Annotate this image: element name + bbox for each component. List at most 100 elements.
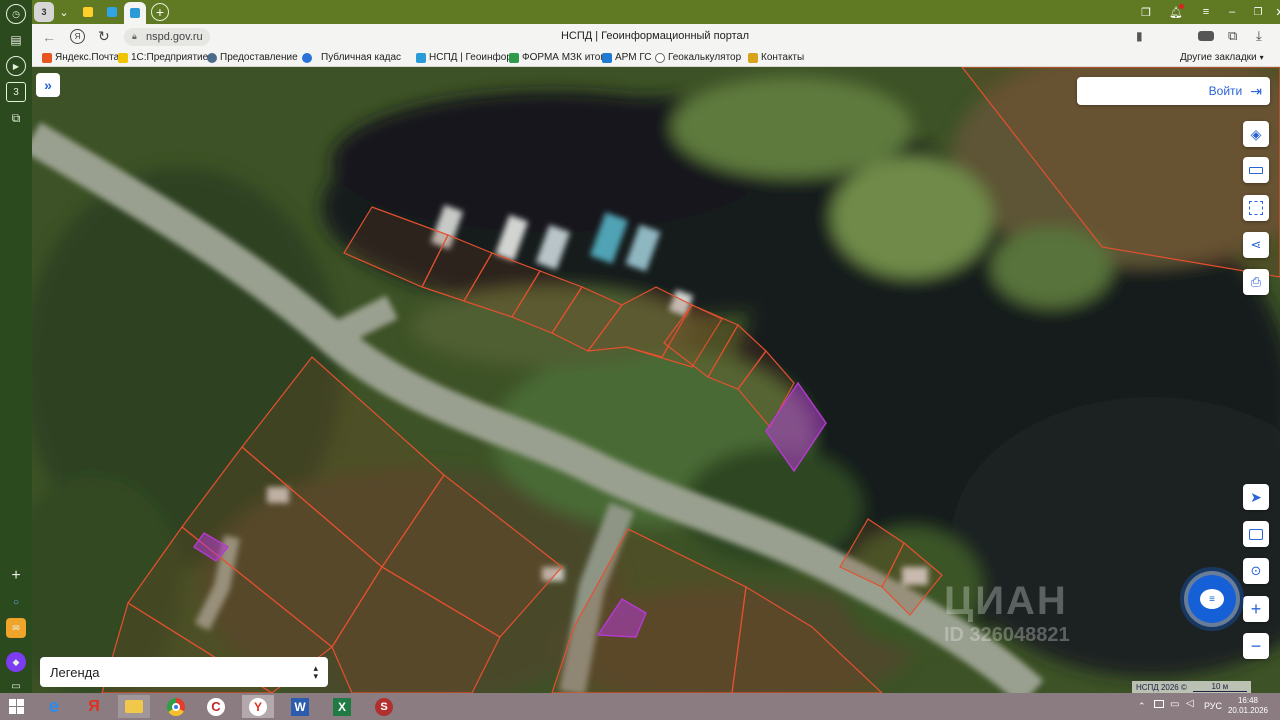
layers-button[interactable]: ◈ (1243, 121, 1269, 147)
restore-button[interactable]: ❐ (1250, 2, 1266, 22)
taskbar-app-yandex[interactable]: Я (78, 695, 110, 718)
search-place-button[interactable]: ⊙ (1243, 558, 1269, 584)
tab-pinned-1[interactable] (78, 2, 98, 22)
chevron-down-icon[interactable]: ⌄ (56, 2, 72, 22)
favicon-icon (83, 7, 93, 17)
clock[interactable]: 16:48 20.01.2026 (1226, 696, 1270, 716)
new-tab-button[interactable]: + (151, 3, 169, 21)
bookmark-item[interactable]: Яндекс.Почта (42, 52, 119, 63)
messenger-icon[interactable]: ◆ (6, 652, 26, 672)
expand-panel-button[interactable]: » (36, 73, 60, 97)
double-chevron-right-icon: » (44, 77, 52, 93)
favicon-icon (42, 52, 52, 63)
zoom-out-button[interactable]: − (1243, 633, 1269, 659)
location-arrow-icon: ➤ (1250, 488, 1262, 505)
mail-icon[interactable]: ✉ (6, 618, 26, 638)
bookmark-item[interactable]: Публичная кадас (302, 52, 401, 63)
tab-bar: 3 ⌄ + ❐ 🔔︎ ≡ – ❐ ✕ (32, 0, 1280, 24)
minimize-button[interactable]: – (1224, 2, 1240, 22)
tab-active[interactable] (124, 2, 146, 24)
url-text: nspd.gov.ru (146, 31, 203, 43)
other-bookmarks[interactable]: Другие закладки ▾ (1180, 52, 1264, 63)
excel-icon: X (333, 697, 351, 716)
printer-icon: ⎙ (1250, 274, 1262, 289)
tab-sidebar-toggle[interactable]: 3 (34, 2, 54, 22)
play-icon[interactable]: ▶ (6, 56, 26, 76)
taskbar-app-excel[interactable]: X (326, 695, 358, 718)
history-icon[interactable]: ◷ (6, 4, 26, 24)
taskbar-app-ie[interactable]: e (38, 695, 70, 718)
collections-icon[interactable]: ▤ (6, 30, 26, 50)
bookmark-item[interactable]: ФОРМА МЗК итог (509, 52, 604, 63)
zoom-in-button[interactable]: + (1243, 596, 1269, 622)
battery-icon[interactable] (1154, 700, 1164, 708)
legend-dropdown[interactable]: Легенда ▴ ▾ (40, 657, 328, 687)
minimap-button[interactable] (1243, 521, 1269, 547)
share-icon: ⋖ (1250, 237, 1262, 252)
bookmark-item[interactable]: Контакты (748, 52, 804, 63)
cadastral-parcel[interactable] (731, 586, 883, 693)
locate-button[interactable]: ➤ (1243, 484, 1269, 510)
select-area-button[interactable] (1243, 195, 1269, 221)
word-icon: W (291, 697, 309, 716)
download-icon[interactable]: ⤓ (1256, 28, 1262, 44)
reload-button[interactable]: ↻ (98, 28, 110, 45)
yandex-browser-icon: Y (249, 697, 267, 716)
start-button[interactable] (0, 695, 32, 718)
bookmark-item[interactable]: НСПД | Геоинфор (416, 52, 512, 63)
tab-pinned-2[interactable] (102, 2, 122, 22)
bookmark-icon[interactable]: ▮ (1136, 29, 1143, 43)
favicon-icon (602, 52, 612, 63)
add-panel-icon[interactable]: + (6, 566, 26, 586)
chrome-icon (167, 697, 185, 716)
copyright-text: НСПД 2026 © (1136, 682, 1187, 692)
measure-button[interactable] (1243, 157, 1269, 183)
map-canvas[interactable]: ЦИАН ID 326048821 » Войти ⇥ ◈ ⋖ ⎙ ➤ ⊙ + … (32, 67, 1280, 693)
minimap-icon (1249, 528, 1263, 540)
network-icon[interactable]: ▭ (1170, 699, 1179, 710)
counter-badge-icon[interactable]: 3 (6, 82, 26, 102)
share-button[interactable]: ⋖ (1243, 232, 1269, 258)
print-button[interactable]: ⎙ (1243, 269, 1269, 295)
bookmark-item[interactable]: Геокалькулятор (655, 52, 741, 63)
volume-icon[interactable]: ◁ (1186, 698, 1194, 709)
clock-time: 16:48 (1237, 696, 1259, 705)
close-window-button[interactable]: ✕ (1272, 2, 1280, 22)
favicon-icon (302, 52, 312, 63)
favicon-icon (509, 52, 519, 63)
extensions-icon[interactable]: ⧉ (1228, 28, 1237, 44)
taskbar: e Я C Y W X S ⌃ ▭ ◁ РУС 16:48 20.01.2026 (0, 693, 1280, 720)
cadastral-parcels-layer[interactable] (32, 67, 1280, 693)
favicon-icon (118, 52, 128, 63)
back-button[interactable]: ← (42, 29, 56, 45)
legend-label: Легенда (50, 664, 100, 680)
watermark-id: ID 326048821 (944, 624, 1070, 646)
taskbar-app-s[interactable]: S (368, 695, 400, 718)
yandex-icon[interactable]: Я (70, 29, 85, 44)
bookmark-item[interactable]: Предоставление (207, 52, 298, 63)
scale-bar: 10 м (1192, 682, 1247, 692)
cadastral-parcel[interactable] (551, 528, 747, 693)
taskbar-app-word[interactable]: W (284, 695, 316, 718)
favicon-icon (416, 52, 426, 63)
taskbar-app-explorer[interactable] (118, 695, 150, 718)
menu-icon[interactable]: ≡ (1198, 2, 1214, 22)
bookmark-item[interactable]: 1С:Предприятие (118, 52, 208, 63)
url-field[interactable]: 🔒︎ nspd.gov.ru (124, 28, 210, 46)
taskbar-app-yandex-browser[interactable]: Y (242, 695, 274, 718)
taskbar-app-c[interactable]: C (200, 695, 232, 718)
lock-icon: 🔒︎ (132, 31, 137, 41)
windows-icon (8, 699, 24, 714)
login-button[interactable]: Войти ⇥ (1077, 77, 1270, 105)
bookmarks-panel-icon[interactable]: ❐ (1138, 2, 1154, 22)
vpn-icon[interactable] (1198, 31, 1214, 41)
tray-expand-icon[interactable]: ⌃ (1138, 701, 1146, 712)
screenshot-icon[interactable]: ⧉ (6, 108, 26, 128)
language-indicator[interactable]: РУС (1204, 701, 1222, 711)
favicon-icon (748, 52, 758, 63)
alice-icon[interactable]: ○ (6, 592, 26, 612)
taskbar-app-chrome[interactable] (160, 695, 192, 718)
bookmark-item[interactable]: АРМ ГС (602, 52, 652, 63)
notifications-icon[interactable]: 🔔︎ (1168, 2, 1184, 22)
chat-button[interactable]: ≡ (1188, 575, 1236, 623)
